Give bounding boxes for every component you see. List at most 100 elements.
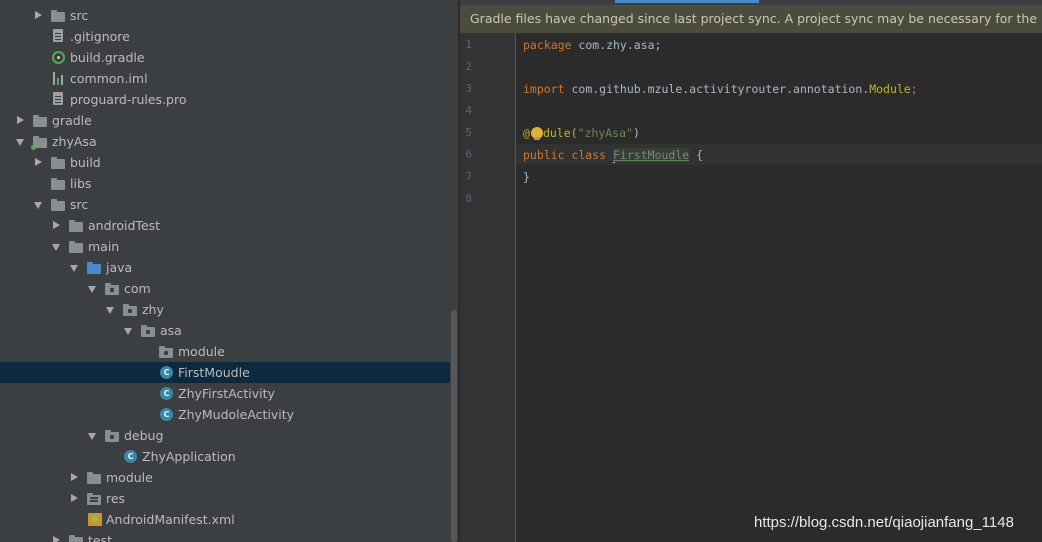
collapsed-arrow-icon[interactable] [52, 215, 62, 236]
tree-row-label: gradle [52, 113, 92, 128]
class-icon: C [159, 365, 175, 380]
folder-icon [51, 176, 67, 191]
collapsed-arrow-icon[interactable] [34, 5, 44, 26]
line-number: 4 [465, 104, 472, 117]
expanded-arrow-icon[interactable] [70, 257, 80, 278]
tree-row-label: common.iml [70, 71, 148, 86]
tree-row-label: build [70, 155, 101, 170]
code-line-package[interactable]: package com.zhy.asa; [523, 34, 661, 56]
lightbulb-icon[interactable] [531, 127, 543, 140]
tree-row[interactable]: test [0, 530, 458, 542]
source-folder-icon [87, 260, 103, 275]
collapsed-arrow-icon[interactable] [70, 467, 80, 488]
tree-row[interactable]: src [0, 5, 458, 26]
annotation-name: dule( [542, 126, 578, 140]
tree-row[interactable]: zhy [0, 299, 458, 320]
tree-row[interactable]: src [0, 194, 458, 215]
keyword: public class [523, 148, 607, 162]
tree-row[interactable]: C ZhyFirstActivity [0, 383, 458, 404]
annotation-class-ref: Module [869, 82, 911, 96]
folder-icon [51, 155, 67, 170]
tree-row[interactable]: build [0, 152, 458, 173]
code-line-import[interactable]: import com.github.mzule.activityrouter.a… [523, 78, 918, 100]
watermark: https://blog.csdn.net/qiaojianfang_1148 [754, 514, 1014, 531]
tree-row[interactable]: C ZhyApplication [0, 446, 458, 467]
folder-icon [69, 239, 85, 254]
tree-row[interactable]: module [0, 467, 458, 488]
tree-row-label: proguard-rules.pro [70, 92, 187, 107]
tree-row[interactable]: libs [0, 173, 458, 194]
keyword: import [523, 82, 565, 96]
collapsed-arrow-icon[interactable] [34, 152, 44, 173]
res-folder-icon [87, 491, 103, 506]
tree-row[interactable]: module [0, 341, 458, 362]
line-number: 6 [465, 148, 472, 161]
expanded-arrow-icon[interactable] [124, 320, 134, 341]
expanded-arrow-icon[interactable] [34, 194, 44, 215]
tree-row[interactable]: main [0, 236, 458, 257]
tree-row[interactable]: build.gradle [0, 47, 458, 68]
line-number: 1 [465, 38, 472, 51]
collapsed-arrow-icon[interactable] [70, 488, 80, 509]
code-text: { [689, 148, 704, 162]
tree-row[interactable]: res [0, 488, 458, 509]
manifest-icon [87, 512, 103, 527]
package-icon [141, 323, 157, 338]
code-line-class-decl[interactable]: public class FirstMoudle { [523, 144, 703, 166]
code-line-close-brace[interactable]: } [523, 166, 530, 188]
folder-icon [69, 533, 85, 542]
tree-row[interactable]: .gitignore [0, 26, 458, 47]
collapsed-arrow-icon[interactable] [16, 110, 26, 131]
tree-row[interactable]: C FirstMoudle [0, 362, 458, 383]
expanded-arrow-icon[interactable] [88, 425, 98, 446]
class-icon: C [123, 449, 139, 464]
expanded-arrow-icon[interactable] [106, 299, 116, 320]
tree-row-label: libs [70, 176, 92, 191]
code-text: com.github.mzule.activityrouter.annotati… [564, 82, 870, 96]
code-text: com.zhy.asa; [571, 38, 662, 52]
tree-row[interactable]: AndroidManifest.xml [0, 509, 458, 530]
tree-row[interactable]: C ZhyMudoleActivity [0, 404, 458, 425]
tree-row[interactable]: common.iml [0, 68, 458, 89]
tree-row-label: ZhyApplication [142, 449, 236, 464]
expanded-arrow-icon[interactable] [52, 236, 62, 257]
folder-icon [51, 197, 67, 212]
tree-row-label: src [70, 197, 89, 212]
tree-row-label: res [106, 491, 126, 506]
package-icon [105, 428, 121, 443]
package-icon [123, 302, 139, 317]
tree-row-label: zhy [142, 302, 164, 317]
tree-row-label: androidTest [88, 218, 161, 233]
tree-row-label: debug [124, 428, 164, 443]
tree-row[interactable]: zhyAsa [0, 131, 458, 152]
tree-row[interactable]: java [0, 257, 458, 278]
tree-row-label: module [178, 344, 225, 359]
collapsed-arrow-icon[interactable] [52, 530, 62, 542]
tree-row[interactable]: com [0, 278, 458, 299]
semicolon: ; [910, 82, 918, 96]
gradle-icon [51, 50, 67, 65]
code-text: } [523, 170, 530, 184]
tree-row[interactable]: androidTest [0, 215, 458, 236]
expanded-arrow-icon[interactable] [88, 278, 98, 299]
project-scrollbar-thumb[interactable] [451, 310, 457, 542]
annotation-at: @ [523, 126, 530, 140]
code-text: ) [632, 126, 640, 140]
tree-row-label: src [70, 8, 89, 23]
tree-row-label: asa [160, 323, 182, 338]
tree-row[interactable]: asa [0, 320, 458, 341]
line-number: 5 [465, 126, 472, 139]
code-editor[interactable] [516, 33, 1042, 542]
folder-icon [69, 218, 85, 233]
expanded-arrow-icon[interactable] [16, 131, 26, 152]
active-tab-indicator[interactable] [615, 0, 759, 3]
tree-row-label: module [106, 470, 153, 485]
tree-row[interactable]: debug [0, 425, 458, 446]
tree-row[interactable]: gradle [0, 110, 458, 131]
tree-row-label: test [88, 533, 113, 542]
line-number: 2 [465, 60, 472, 73]
tree-row[interactable]: proguard-rules.pro [0, 89, 458, 110]
tree-row-label: build.gradle [70, 50, 145, 65]
project-tool-window: src .gitignore build.gradle common.iml progu… [0, 0, 458, 542]
module-folder-icon [31, 134, 49, 150]
